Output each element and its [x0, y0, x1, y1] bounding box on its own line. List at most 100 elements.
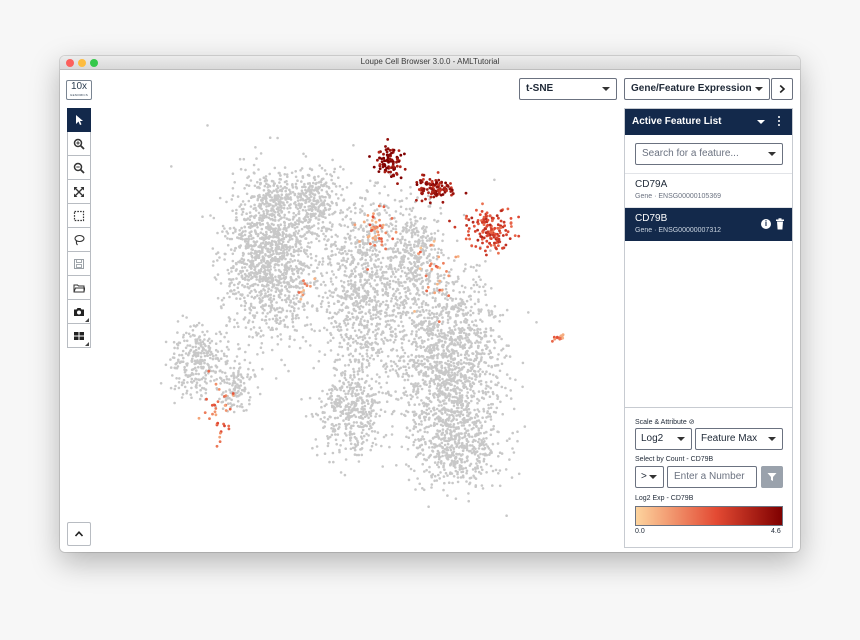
- cell-point: [455, 280, 459, 283]
- cell-point: [327, 185, 330, 189]
- title-bar[interactable]: Loupe Cell Browser 3.0.0 - AMLTutorial: [60, 56, 800, 70]
- cell-point: [268, 280, 271, 283]
- cell-point: [421, 362, 425, 366]
- cell-point: [427, 356, 431, 359]
- cell-point: [368, 384, 371, 388]
- cell-point: [467, 499, 471, 503]
- cell-point: [375, 181, 379, 185]
- cell-point: [258, 249, 261, 253]
- cell-point: [498, 335, 501, 338]
- cell-point: [418, 273, 422, 277]
- zoom-in-button[interactable]: [67, 132, 91, 156]
- cell-point: [396, 354, 399, 358]
- open-folder-button[interactable]: [67, 276, 91, 300]
- cell-point: [371, 330, 375, 334]
- cell-point: [426, 234, 430, 238]
- cell-point: [253, 306, 256, 309]
- chevron-down-icon: [755, 87, 763, 91]
- cell-point: [298, 206, 302, 210]
- screenshot-button[interactable]: [67, 300, 91, 324]
- box-select-button[interactable]: [67, 204, 91, 228]
- cell-point: [472, 283, 476, 287]
- cell-point: [231, 259, 235, 263]
- cell-point: [310, 256, 313, 260]
- app-content: 10x GENOMICS t-SNE Gene/Feature Expressi…: [60, 70, 800, 552]
- cell-point: [407, 366, 411, 370]
- cell-point: [326, 392, 329, 396]
- cell-point: [421, 286, 425, 290]
- cell-point: [428, 392, 432, 396]
- cell-point: [483, 289, 487, 293]
- cell-point: [311, 304, 314, 307]
- cell-point: [253, 265, 257, 269]
- cell-point: [378, 322, 381, 326]
- cell-point: [400, 342, 404, 345]
- cell-point: [329, 349, 333, 352]
- cell-point: [402, 386, 406, 390]
- save-button[interactable]: [67, 252, 91, 276]
- fit-view-button[interactable]: [67, 180, 91, 204]
- cell-point: [359, 317, 363, 321]
- cell-point: [412, 418, 415, 422]
- cell-point: [317, 222, 320, 225]
- cell-point: [368, 427, 371, 431]
- cell-point: [286, 175, 289, 179]
- cell-point: [284, 298, 288, 302]
- cell-point: [204, 391, 208, 395]
- cell-point: [366, 264, 370, 267]
- cell-point: [425, 309, 428, 312]
- cell-point: [305, 323, 309, 327]
- cell-point: [477, 275, 481, 279]
- lasso-select-button[interactable]: [67, 228, 91, 252]
- cell-point: [377, 300, 380, 303]
- cell-point: [359, 275, 362, 279]
- cell-point: [505, 394, 509, 397]
- cell-point: [273, 240, 276, 243]
- cell-point: [449, 296, 452, 300]
- mode-select[interactable]: Gene/Feature Expression: [624, 78, 770, 100]
- cell-point: [231, 209, 234, 213]
- cell-point: [254, 275, 257, 279]
- next-button[interactable]: [771, 78, 793, 100]
- cell-point: [423, 470, 426, 473]
- cell-point: [442, 349, 446, 352]
- cell-point: [337, 311, 340, 314]
- layout-button[interactable]: [67, 324, 91, 348]
- cell-point: [366, 261, 369, 265]
- cell-point: [208, 341, 212, 345]
- projection-select[interactable]: t-SNE: [519, 78, 617, 100]
- cell-point: [296, 259, 300, 262]
- cell-point: [469, 388, 472, 391]
- cell-point: [402, 310, 405, 314]
- cell-point: [365, 189, 369, 192]
- cell-point: [332, 291, 336, 294]
- cell-point: [413, 256, 416, 260]
- cell-point: [322, 225, 326, 229]
- cell-point: [494, 383, 497, 387]
- cell-point: [362, 235, 365, 239]
- cell-point: [389, 255, 393, 259]
- cell-point: [194, 385, 198, 389]
- cell-point: [364, 197, 367, 200]
- zoom-out-button[interactable]: [67, 156, 91, 180]
- cell-point: [315, 286, 319, 290]
- cell-point: [355, 453, 359, 457]
- cell-point: [435, 354, 439, 357]
- cell-point: [435, 422, 439, 426]
- cell-point: [428, 271, 431, 275]
- cell-point: [384, 362, 388, 365]
- cell-point: [301, 208, 305, 212]
- cell-point: [403, 351, 407, 355]
- cell-point: [341, 412, 345, 416]
- select-pointer-button[interactable]: [67, 108, 91, 132]
- cell-point: [258, 326, 261, 329]
- cell-point: [273, 232, 276, 235]
- cell-point: [281, 307, 284, 310]
- cell-point: [317, 239, 321, 243]
- cell-point: [462, 384, 465, 388]
- cell-point: [331, 158, 334, 162]
- cell-point: [443, 385, 447, 389]
- tsne-plot[interactable]: [150, 110, 590, 520]
- collapse-button[interactable]: [67, 522, 91, 546]
- cell-point: [233, 249, 236, 252]
